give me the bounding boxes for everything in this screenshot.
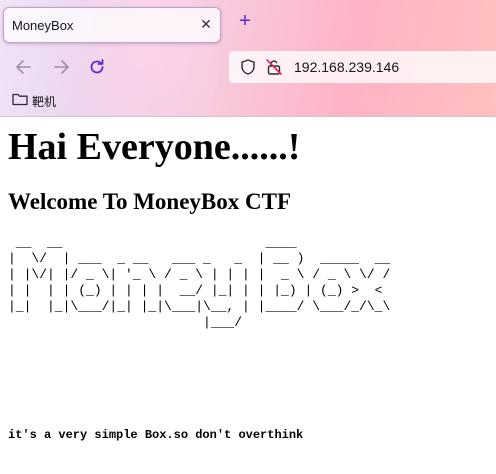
ascii-art-logo: __ __ ____ | \/ | ___ _ __ ___ _ _ | __ … xyxy=(8,235,391,330)
page-subheading: Welcome To MoneyBox CTF xyxy=(8,189,292,214)
url-text[interactable]: 192.168.239.146 xyxy=(294,59,399,75)
page-heading: Hai Everyone......! xyxy=(8,126,301,168)
arrow-left-icon[interactable] xyxy=(14,57,34,77)
browser-tab[interactable]: MoneyBox ✕ xyxy=(3,7,221,43)
close-icon[interactable]: ✕ xyxy=(198,16,214,32)
shield-icon[interactable] xyxy=(239,58,257,81)
folder-icon xyxy=(12,92,28,111)
plus-icon[interactable]: + xyxy=(236,11,254,31)
insecure-lock-icon[interactable] xyxy=(265,58,283,81)
browser-chrome: MoneyBox ✕ + 192.168.239.146 靶机 xyxy=(0,0,496,117)
arrow-right-icon[interactable] xyxy=(51,57,71,77)
page-content: Hai Everyone......! Welcome To MoneyBox … xyxy=(0,117,496,474)
bookmark-label: 靶机 xyxy=(32,94,57,109)
tab-title: MoneyBox xyxy=(12,18,74,33)
bookmark-folder[interactable]: 靶机 xyxy=(12,93,56,109)
address-bar[interactable]: 192.168.239.146 xyxy=(229,51,496,83)
hint-text: it's a very simple Box.so don't overthin… xyxy=(8,428,304,442)
reload-icon[interactable] xyxy=(87,57,107,77)
